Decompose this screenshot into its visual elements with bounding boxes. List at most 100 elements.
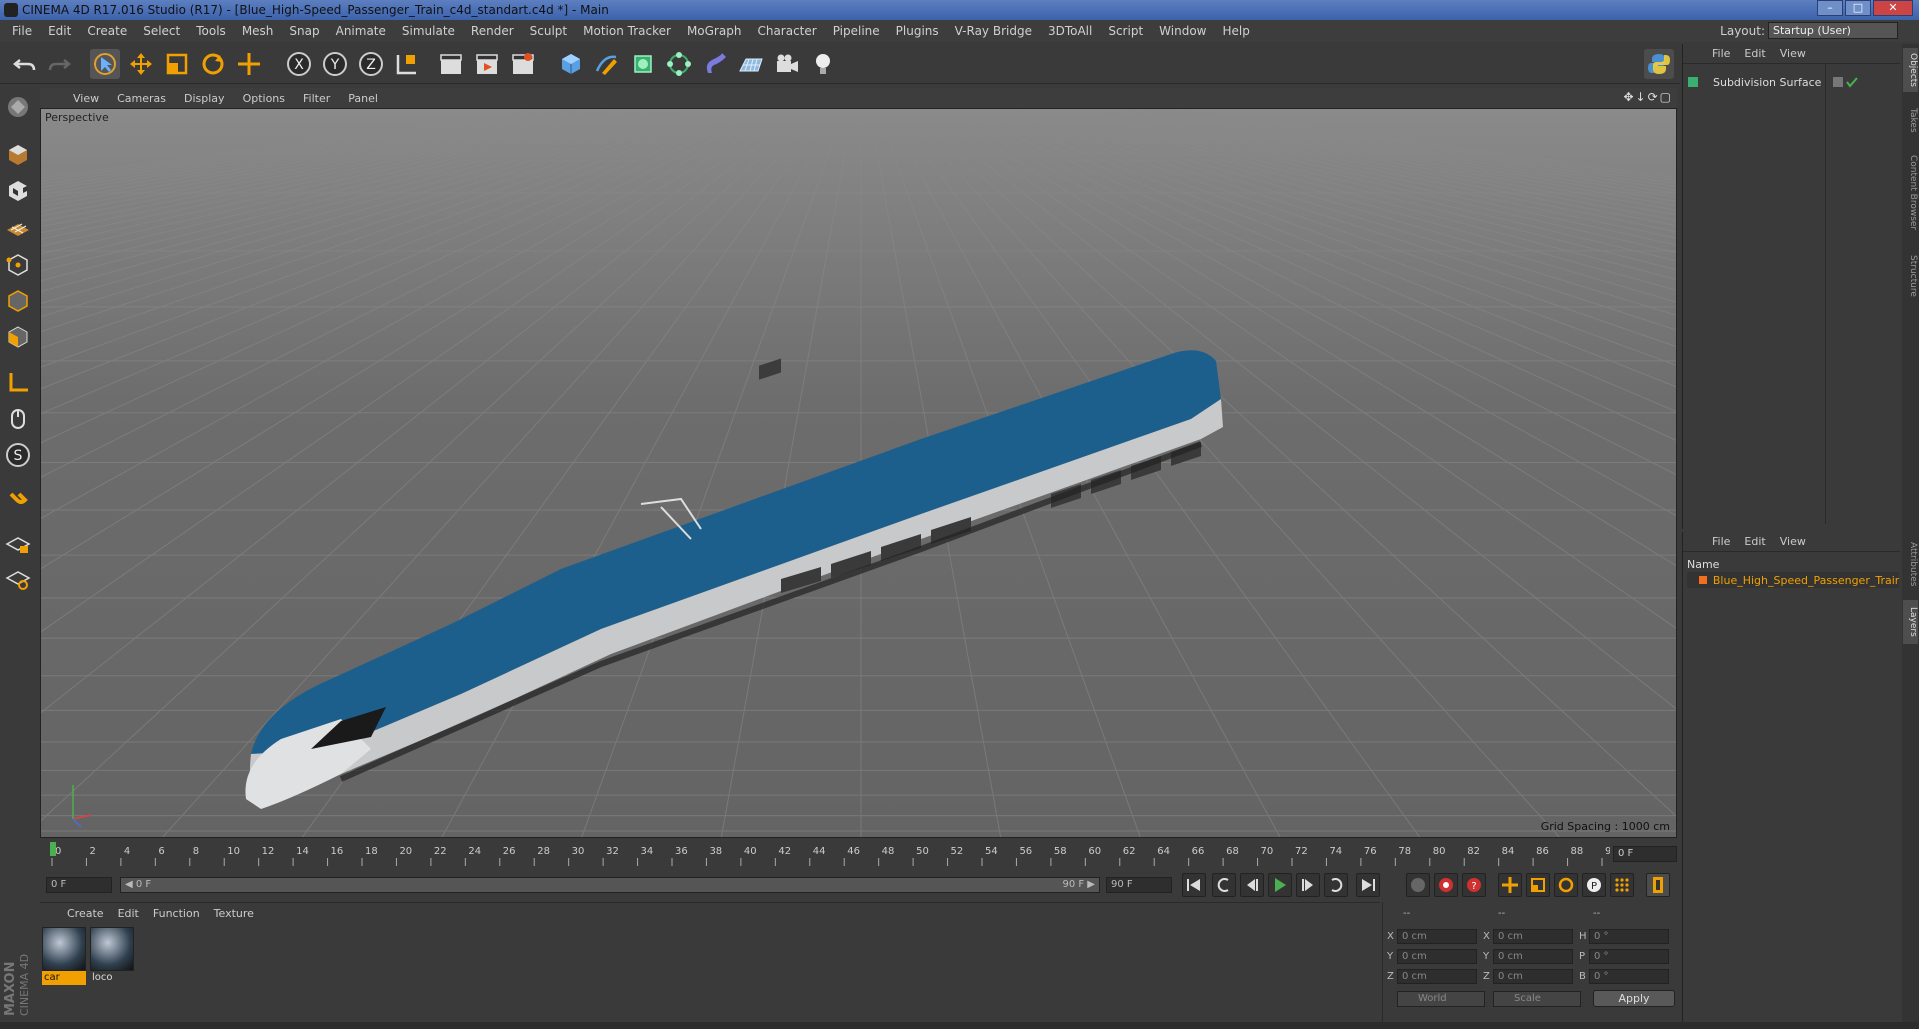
frame-ruler[interactable]: 0 2 4 6 8 10 12 14 16 18 20 22 24 26 28 30 32 34 36 38 40 42 4… bbox=[50, 840, 1610, 866]
deformer-button[interactable] bbox=[700, 49, 730, 79]
render-settings-button[interactable] bbox=[508, 49, 538, 79]
menu-select[interactable]: Select bbox=[135, 24, 188, 38]
menu-animate[interactable]: Animate bbox=[328, 24, 394, 38]
material-menu-texture[interactable]: Texture bbox=[207, 907, 261, 920]
tab-takes[interactable]: Takes bbox=[1903, 102, 1918, 138]
render-picture-viewer-button[interactable] bbox=[472, 49, 502, 79]
key-rotation-button[interactable] bbox=[1554, 873, 1578, 897]
tab-attributes[interactable]: Attributes bbox=[1903, 534, 1918, 594]
render-view-button[interactable] bbox=[436, 49, 466, 79]
make-editable-button[interactable] bbox=[3, 92, 33, 122]
viewport-menu-cameras[interactable]: Cameras bbox=[108, 92, 175, 105]
menu-window[interactable]: Window bbox=[1151, 24, 1214, 38]
viewport-menu-view[interactable]: View bbox=[64, 92, 108, 105]
material-car[interactable]: car bbox=[42, 927, 86, 985]
z-axis-button[interactable]: Z bbox=[356, 49, 386, 79]
menu-mograph[interactable]: MoGraph bbox=[679, 24, 750, 38]
planar-workplane-button[interactable] bbox=[3, 564, 33, 594]
next-key-button[interactable] bbox=[1324, 873, 1348, 897]
redo-button[interactable] bbox=[44, 49, 74, 79]
menu-edit[interactable]: Edit bbox=[40, 24, 79, 38]
edges-mode-button[interactable] bbox=[3, 286, 33, 316]
key-position-button[interactable] bbox=[1498, 873, 1522, 897]
go-to-start-button[interactable] bbox=[1182, 873, 1206, 897]
floor-button[interactable] bbox=[736, 49, 766, 79]
size-y-field[interactable]: 0 cm bbox=[1493, 949, 1573, 964]
rotation-h-field[interactable]: 0 ° bbox=[1589, 929, 1669, 944]
tab-layers[interactable]: Layers bbox=[1903, 600, 1918, 644]
material-loco[interactable]: loco bbox=[90, 927, 134, 985]
previous-key-button[interactable] bbox=[1212, 873, 1236, 897]
menu-snap[interactable]: Snap bbox=[281, 24, 327, 38]
coordinate-system-button[interactable] bbox=[392, 49, 422, 79]
transform-button[interactable] bbox=[234, 49, 264, 79]
snap-button[interactable]: S bbox=[3, 440, 33, 470]
previous-frame-button[interactable] bbox=[1240, 873, 1264, 897]
coordinate-space-dropdown[interactable]: World bbox=[1397, 991, 1485, 1007]
menu-plugins[interactable]: Plugins bbox=[888, 24, 947, 38]
layer-color-swatch[interactable] bbox=[1699, 576, 1707, 584]
rotation-p-field[interactable]: 0 ° bbox=[1589, 949, 1669, 964]
tweak-mode-button[interactable] bbox=[3, 404, 33, 434]
tab-objects[interactable]: Objects bbox=[1903, 48, 1918, 92]
object-menu-view[interactable]: View bbox=[1773, 47, 1813, 60]
close-button[interactable]: ✕ bbox=[1873, 0, 1913, 16]
autokey-button[interactable] bbox=[1434, 873, 1458, 897]
maximize-button[interactable]: □ bbox=[1845, 0, 1871, 16]
cloner-button[interactable] bbox=[664, 49, 694, 79]
menu-render[interactable]: Render bbox=[463, 24, 522, 38]
python-button[interactable] bbox=[1644, 49, 1674, 79]
layout-select[interactable]: Startup (User) bbox=[1768, 22, 1898, 39]
start-frame-field[interactable]: 0 F bbox=[46, 877, 112, 893]
menu-3dtoall[interactable]: 3DToAll bbox=[1040, 24, 1100, 38]
menu-help[interactable]: Help bbox=[1214, 24, 1257, 38]
material-menu-create[interactable]: Create bbox=[60, 907, 111, 920]
axis-mode-button[interactable] bbox=[3, 368, 33, 398]
menu-pipeline[interactable]: Pipeline bbox=[825, 24, 888, 38]
viewport-menu-panel[interactable]: Panel bbox=[339, 92, 387, 105]
camera-button[interactable] bbox=[772, 49, 802, 79]
position-x-field[interactable]: 0 cm bbox=[1397, 929, 1477, 944]
menu-mesh[interactable]: Mesh bbox=[234, 24, 282, 38]
position-y-field[interactable]: 0 cm bbox=[1397, 949, 1477, 964]
viewport-menu-options[interactable]: Options bbox=[234, 92, 294, 105]
timeline-window-button[interactable] bbox=[1646, 873, 1670, 897]
key-parameter-button[interactable]: P bbox=[1582, 873, 1606, 897]
size-x-field[interactable]: 0 cm bbox=[1493, 929, 1573, 944]
next-frame-button[interactable] bbox=[1296, 873, 1320, 897]
object-menu-file[interactable]: File bbox=[1705, 47, 1737, 60]
play-button[interactable] bbox=[1268, 873, 1292, 897]
current-frame-field[interactable]: 0 F bbox=[1613, 846, 1677, 862]
locked-workplane-button[interactable] bbox=[3, 528, 33, 558]
viewport-menu-filter[interactable]: Filter bbox=[294, 92, 339, 105]
material-menu-function[interactable]: Function bbox=[146, 907, 207, 920]
x-axis-button[interactable]: X bbox=[284, 49, 314, 79]
tab-content-browser[interactable]: Content Browser bbox=[1903, 148, 1918, 238]
pen-spline-button[interactable] bbox=[592, 49, 622, 79]
texture-mode-button[interactable] bbox=[3, 176, 33, 206]
apply-button[interactable]: Apply bbox=[1593, 990, 1675, 1007]
keyframe-selection-button[interactable]: ? bbox=[1462, 873, 1486, 897]
menu-motion-tracker[interactable]: Motion Tracker bbox=[575, 24, 679, 38]
subdivision-surface-button[interactable] bbox=[628, 49, 658, 79]
undo-button[interactable] bbox=[10, 49, 40, 79]
layer-menu-edit[interactable]: Edit bbox=[1737, 535, 1772, 548]
tab-structure[interactable]: Structure bbox=[1903, 248, 1918, 304]
live-selection-button[interactable] bbox=[90, 49, 120, 79]
end-frame-field[interactable]: 90 F bbox=[1106, 877, 1172, 893]
layer-row[interactable]: Blue_High_Speed_Passenger_Train bbox=[1687, 572, 1899, 588]
object-menu-edit[interactable]: Edit bbox=[1737, 47, 1772, 60]
menu-tools[interactable]: Tools bbox=[188, 24, 234, 38]
key-scale-button[interactable] bbox=[1526, 873, 1550, 897]
range-slider[interactable]: ◀ 0 F 90 F ▶ bbox=[120, 877, 1100, 893]
cube-button[interactable] bbox=[556, 49, 586, 79]
scale-button[interactable] bbox=[162, 49, 192, 79]
menu-file[interactable]: File bbox=[4, 24, 40, 38]
menu-character[interactable]: Character bbox=[749, 24, 824, 38]
perspective-viewport[interactable]: Perspective Grid Spacing : 1000 cm bbox=[40, 108, 1677, 838]
points-mode-button[interactable] bbox=[3, 250, 33, 280]
move-button[interactable] bbox=[126, 49, 156, 79]
menu-simulate[interactable]: Simulate bbox=[394, 24, 463, 38]
menu-create[interactable]: Create bbox=[79, 24, 135, 38]
menu-vray-bridge[interactable]: V-Ray Bridge bbox=[947, 24, 1040, 38]
